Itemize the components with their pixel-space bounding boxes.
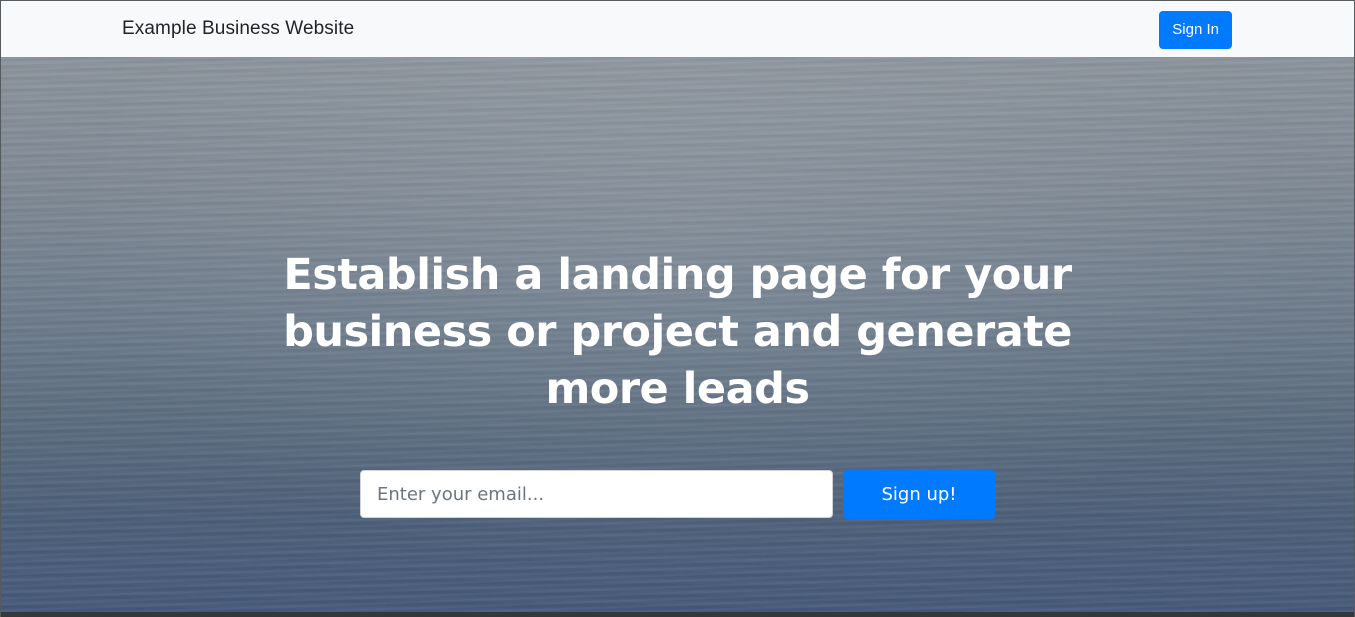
brand-link[interactable]: Example Business Website — [122, 18, 354, 40]
top-navbar: Example Business Website Sign In — [1, 1, 1354, 57]
hero-headline: Establish a landing page for your busine… — [283, 250, 1072, 414]
sign-in-button[interactable]: Sign In — [1159, 10, 1232, 49]
hero-section: Establish a landing page for your busine… — [1, 57, 1354, 613]
bottom-edge-strip — [1, 612, 1354, 617]
email-input[interactable] — [360, 470, 833, 518]
sign-up-button[interactable]: Sign up! — [843, 470, 995, 519]
landing-page: Example Business Website Sign In Establi… — [0, 0, 1355, 617]
email-signup-form: Sign up! — [360, 470, 996, 519]
